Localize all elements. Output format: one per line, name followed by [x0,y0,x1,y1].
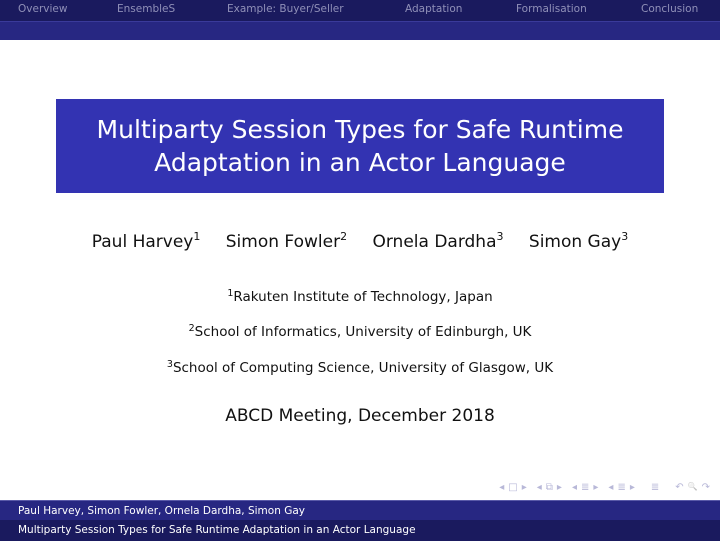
footer-authors: Paul Harvey, Simon Fowler, Ornela Dardha… [0,500,720,520]
back-icon[interactable]: ↶ [675,482,683,493]
author-list: Paul Harvey1 Simon Fowler2 Ornela Dardha… [0,230,720,252]
title-block: Multiparty Session Types for Safe Runtim… [56,99,664,193]
author-name: Simon Gay [528,232,622,252]
affiliation-marker: 2 [340,230,348,243]
section-prev-icon[interactable]: ◂ [572,482,577,493]
forward-icon[interactable]: ↷ [702,482,710,493]
author: Simon Gay3 [528,230,629,252]
subsection-next-icon[interactable]: ▸ [557,482,562,493]
subsection-icon[interactable]: ⧉ [546,482,553,493]
nav-section-example[interactable]: Example: Buyer/Seller [227,3,344,15]
author-name: Ornela Dardha [372,232,497,252]
section-navigation-bar: Overview EnsembleS Example: Buyer/Seller… [0,0,720,21]
affiliation-marker: 3 [496,230,504,243]
affiliation-marker: 3 [621,230,629,243]
nav-section-ensembles[interactable]: EnsembleS [117,3,175,15]
affiliation: 3School of Computing Science, University… [0,360,720,376]
author: Ornela Dardha3 [372,230,504,252]
frame-icon[interactable]: □ [508,482,517,493]
sub-prev-icon[interactable]: ◂ [608,482,613,493]
search-icon[interactable]: 🔍 [688,482,698,493]
affiliation: 2School of Informatics, University of Ed… [0,324,720,340]
affiliation-text: School of Computing Science, University … [172,360,554,376]
author-name: Simon Fowler [225,232,341,252]
section-icon[interactable]: ≣ [581,482,589,493]
beamer-navigation-symbols: ◂ □ ▸ ◂ ⧉ ▸ ◂ ≣ ▸ ◂ ≣ ▸ ≣ ↶ 🔍 ↷ [499,482,710,493]
affiliation-text: Rakuten Institute of Technology, Japan [233,289,493,305]
align-icon[interactable]: ≣ [651,482,659,493]
affiliation: 1Rakuten Institute of Technology, Japan [0,289,720,305]
affiliation-text: School of Informatics, University of Edi… [194,324,532,340]
section-next-icon[interactable]: ▸ [593,482,598,493]
title-line-2: Adaptation in an Actor Language [154,148,566,177]
nav-section-formalisation[interactable]: Formalisation [516,3,587,15]
subsection-prev-icon[interactable]: ◂ [537,482,542,493]
author: Paul Harvey1 [91,230,201,252]
frame-next-icon[interactable]: ▸ [522,482,527,493]
nav-section-conclusion[interactable]: Conclusion [641,3,698,15]
nav-section-adaptation[interactable]: Adaptation [405,3,462,15]
title-line-1: Multiparty Session Types for Safe Runtim… [96,115,624,144]
subsection-bar [0,21,720,40]
subsubsection-icon[interactable]: ≣ [617,482,625,493]
author-name: Paul Harvey [91,232,194,252]
affiliation-marker: 1 [193,230,201,243]
frame-prev-icon[interactable]: ◂ [499,482,504,493]
footer-title: Multiparty Session Types for Safe Runtim… [0,520,720,541]
nav-section-overview[interactable]: Overview [18,3,67,15]
author: Simon Fowler2 [225,230,348,252]
event-date: ABCD Meeting, December 2018 [225,406,495,426]
sub-next-icon[interactable]: ▸ [630,482,635,493]
